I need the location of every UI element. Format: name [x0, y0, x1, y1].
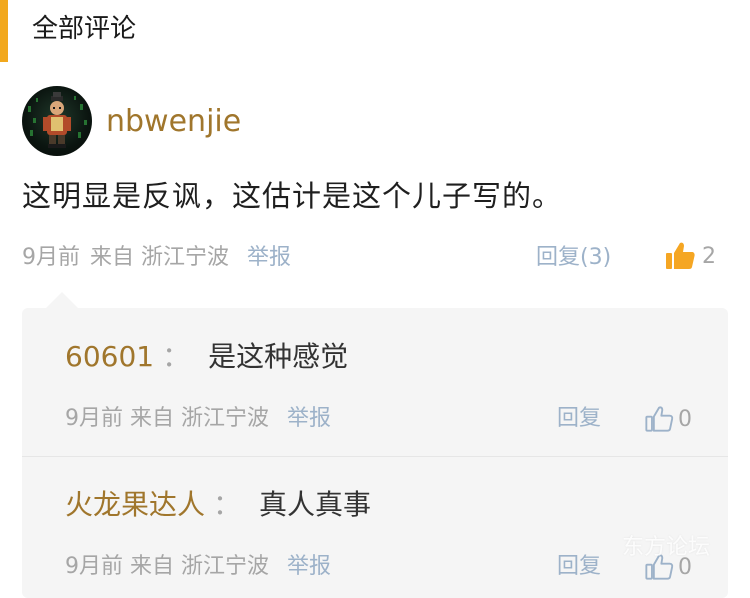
- reply-meta: 9月前 来自 浙江宁波 举报: [65, 552, 331, 582]
- section-accent-bar: [0, 0, 8, 62]
- comment-text: 这明显是反讽，这估计是这个儿子写的。: [22, 179, 563, 213]
- thumbs-up-filled-icon: [666, 242, 695, 269]
- section-header: 全部评论: [0, 0, 750, 62]
- section-title: 全部评论: [32, 14, 137, 44]
- reply-meta: 9月前 来自 浙江宁波 举报: [65, 404, 331, 434]
- reply-content: 是这种感觉: [208, 340, 349, 373]
- report-link[interactable]: 举报: [247, 245, 291, 270]
- reply-box-pointer: [46, 292, 78, 308]
- user-avatar[interactable]: [22, 86, 92, 156]
- comment-meta: 9月前 来自 浙江宁波 举报: [22, 242, 291, 274]
- avatar-figure-icon: [28, 92, 87, 148]
- reply-author[interactable]: 火龙果达人: [65, 488, 205, 521]
- comment-username[interactable]: nbwenjie: [106, 104, 241, 140]
- reply-location: 来自 浙江宁波: [130, 554, 269, 579]
- reply-count-button[interactable]: 回复(3): [536, 242, 611, 274]
- reply-like-button[interactable]: 0: [644, 403, 692, 435]
- reply-like-count: 0: [678, 406, 692, 432]
- like-button[interactable]: 2: [664, 236, 716, 276]
- reply-report-link[interactable]: 举报: [287, 406, 331, 431]
- reply-line: 60601： 是这种感觉: [65, 338, 348, 376]
- reply-report-link[interactable]: 举报: [287, 554, 331, 579]
- like-count: 2: [702, 243, 716, 269]
- reply-reply-button[interactable]: 回复: [557, 404, 601, 434]
- reply-time: 9月前: [65, 554, 123, 579]
- reply-colon: ：: [162, 340, 191, 373]
- reply-time: 9月前: [65, 406, 123, 431]
- reply-reply-button[interactable]: 回复: [557, 552, 601, 582]
- comment-location: 来自 浙江宁波: [90, 245, 229, 270]
- thumbs-up-outline-icon: [645, 406, 674, 432]
- comment-time: 9月前: [22, 245, 80, 270]
- reply-content: 真人真事: [259, 488, 372, 521]
- reply-line: 火龙果达人： 真人真事: [65, 486, 371, 524]
- reply-colon: ：: [213, 488, 242, 521]
- reply-author[interactable]: 60601: [65, 340, 154, 373]
- reply-location: 来自 浙江宁波: [130, 406, 269, 431]
- watermark-logo: 东方论坛: [622, 535, 711, 560]
- reply-divider: [22, 456, 728, 457]
